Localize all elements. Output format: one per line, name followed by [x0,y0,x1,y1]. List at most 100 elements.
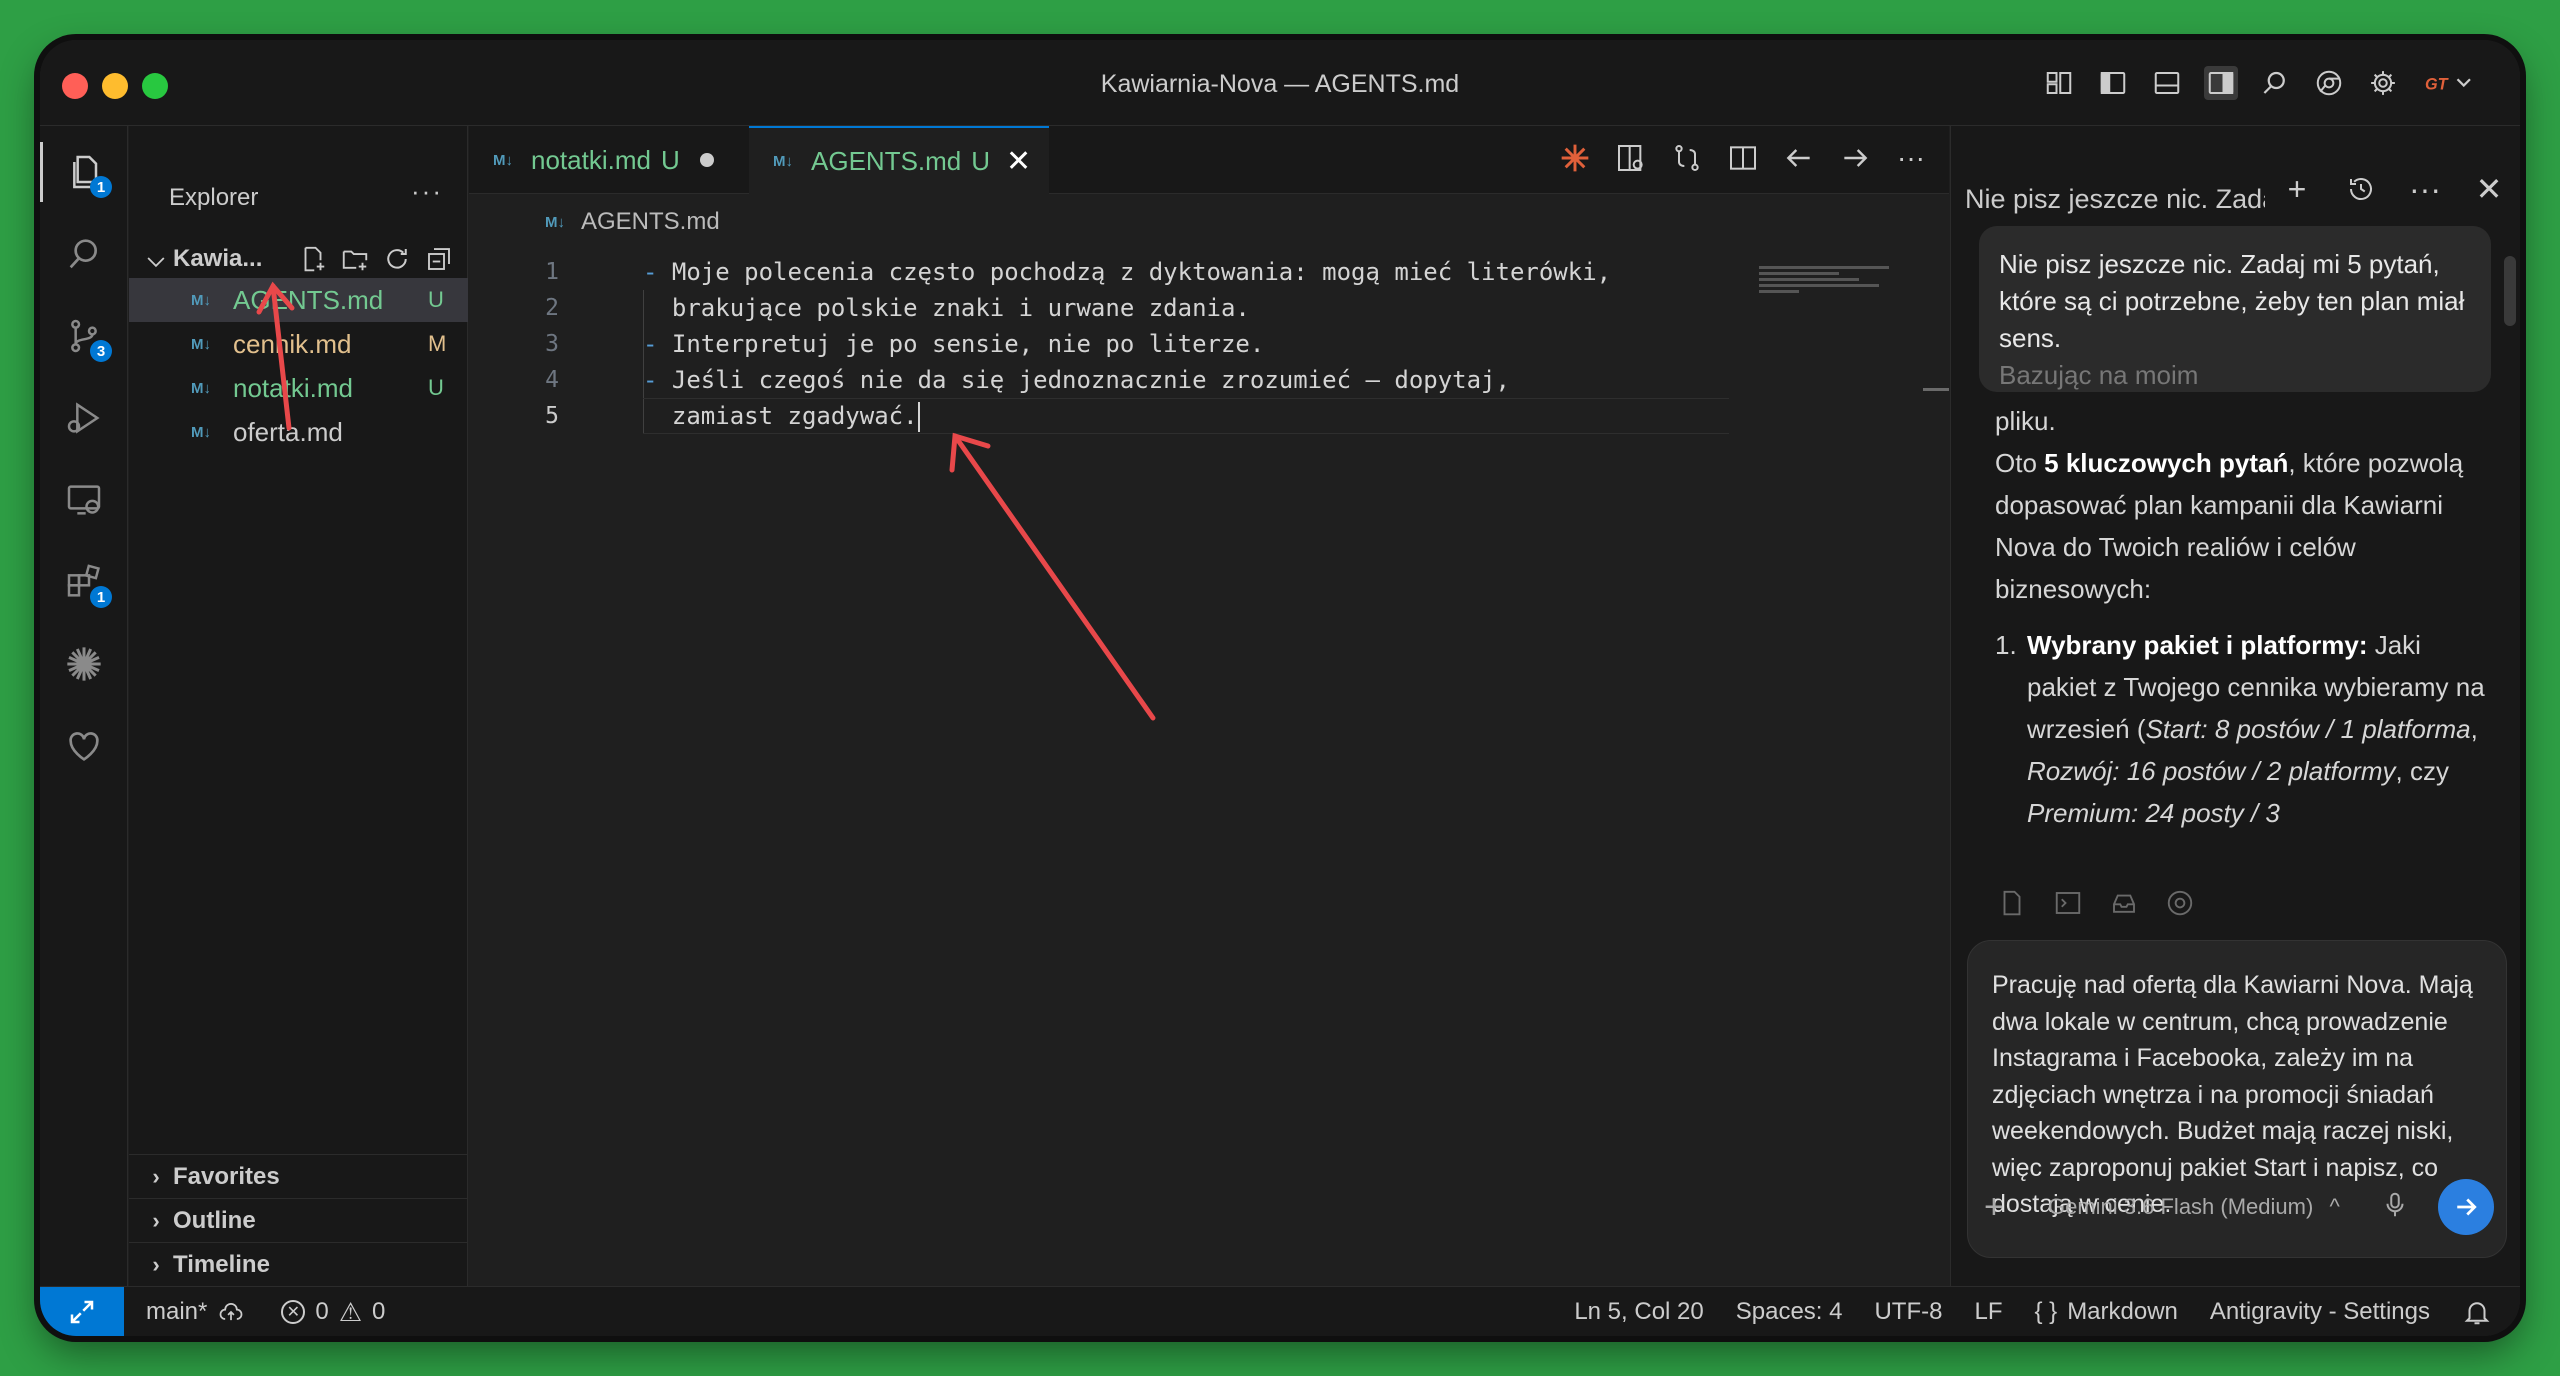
refresh-icon[interactable] [382,244,412,274]
code-line: zamiast zgadywać. [643,398,920,434]
favorites-activity[interactable] [40,716,128,776]
warning-icon: ⚠ [338,1296,363,1327]
remote-explorer-activity[interactable] [40,470,128,530]
line-number: 5 [545,403,559,429]
extensions-activity[interactable]: 1 [40,552,128,612]
remote-indicator[interactable] [40,1287,124,1336]
new-file-icon[interactable] [298,244,328,274]
toggle-primary-sidebar-icon[interactable] [2096,66,2130,100]
file-item-oferta[interactable]: M↓ oferta.md [129,410,468,454]
indentation[interactable]: Spaces: 4 [1736,1298,1843,1326]
tab-notatki[interactable]: M↓ notatki.md U [469,126,749,194]
explorer-activity[interactable]: 1 [40,142,128,202]
inbox-icon[interactable] [2109,888,2139,918]
remote-explorer-icon [67,485,101,515]
source-control-activity[interactable]: 3 [40,306,128,366]
end-of-line[interactable]: LF [1974,1298,2002,1326]
remote-icon [70,1300,94,1324]
arrow-right-icon[interactable] [1837,140,1873,176]
search-activity[interactable] [40,224,128,284]
code-line: - Interpretuj je po sensie, nie po liter… [643,326,1264,362]
split-editor-icon[interactable] [1725,140,1761,176]
run-debug-activity[interactable] [40,388,128,448]
agent-sparkle-icon[interactable] [1557,140,1593,176]
encoding[interactable]: UTF-8 [1874,1298,1942,1326]
section-label: Favorites [173,1162,280,1190]
file-item-cennik[interactable]: M↓ cennik.md M [129,322,468,366]
line-text: zamiast zgadywać. [643,402,918,430]
add-context-plus-icon[interactable]: + [1984,1188,2024,1227]
settings-link[interactable]: Antigravity - Settings [2210,1298,2430,1326]
chat-input-toolbar: + Gemini 3.6 Flash (Medium) ^ [1984,1179,2494,1235]
microphone-icon[interactable] [2380,1190,2420,1225]
explorer-more-actions[interactable]: ··· [411,176,443,207]
code-line: - Jeśli czegoś nie da się jednoznacznie … [643,362,1510,398]
chevron-right-icon: › [152,1163,160,1189]
breadcrumb-file[interactable]: AGENTS.md [581,208,720,236]
close-panel-icon[interactable]: ✕ [2472,171,2506,207]
model-selector[interactable]: Gemini 3.6 Flash (Medium) ^ [2048,1194,2380,1220]
toggle-panel-icon[interactable] [2150,66,2184,100]
unsaved-dot-icon[interactable] [699,153,714,167]
close-tab-icon[interactable]: ✕ [1006,144,1031,179]
file-name: oferta.md [233,416,343,447]
section-label: Timeline [173,1250,270,1278]
send-button[interactable] [2438,1179,2494,1235]
more-icon[interactable]: ··· [2408,171,2442,207]
file-item-agents[interactable]: M↓ AGENTS.md U [129,278,468,322]
outline-section[interactable]: › Outline [129,1198,468,1242]
branch-name: main* [146,1298,208,1325]
open-preview-icon[interactable] [1613,140,1649,176]
minimap[interactable] [1759,266,1899,296]
scm-badge: 3 [90,340,112,362]
folder-actions [298,244,454,274]
browser-icon[interactable] [2312,66,2346,100]
new-chat-plus-icon[interactable]: + [2280,171,2314,207]
collapse-all-icon[interactable] [424,244,454,274]
response-tools [1997,888,2195,918]
error-icon: ✕ [281,1300,306,1324]
history-icon[interactable] [2344,172,2378,206]
file-icon[interactable] [1997,888,2027,918]
browser-icon[interactable] [2165,888,2195,918]
language-name: Markdown [2067,1298,2178,1325]
heart-icon [69,732,99,761]
line-text: brakujące polskie znaki i urwane zdania. [643,294,1250,322]
favorites-section[interactable]: › Favorites [129,1154,468,1198]
language-mode[interactable]: { } Markdown [2034,1298,2177,1326]
tab-agents[interactable]: M↓ AGENTS.md U ✕ [749,126,1049,194]
layout-customize-icon[interactable] [2042,66,2076,100]
list-dash: - [643,366,658,394]
code-line: - Moje polecenia często pochodzą z dykto… [643,254,1611,290]
file-item-notatki[interactable]: M↓ notatki.md U [129,366,468,410]
more-actions-icon[interactable]: ··· [1893,140,1929,176]
explorer-title: Explorer [169,184,259,211]
chat-actions: + ··· ✕ [2280,171,2506,208]
settings-gear-icon[interactable] [2366,66,2400,100]
explorer-sidebar: Explorer ··· ⌵ Kawia... M↓ AGENTS.md U M… [129,126,468,1286]
workspace-folder[interactable]: ⌵ Kawia... [129,238,468,280]
problems-indicator[interactable]: ✕ 0 ⚠ 0 [281,1297,385,1328]
terminal-icon[interactable] [2053,888,2083,918]
chevron-right-icon: › [152,1207,160,1233]
editor-area: M↓ notatki.md U M↓ AGENTS.md U ✕ ··· M↓ … [469,126,1949,1286]
notifications-bell-icon[interactable] [2462,1297,2492,1327]
new-folder-icon[interactable] [340,244,370,274]
search-icon[interactable] [2258,66,2292,100]
markdown-icon: M↓ [191,379,211,397]
user-message-tail: Bazując na moim [1999,360,2199,390]
activity-bar: 1 3 1 [40,126,128,1286]
error-count: 0 [315,1298,329,1325]
cursor-position[interactable]: Ln 5, Col 20 [1574,1298,1703,1326]
account-menu-icon[interactable]: GT [2420,66,2480,100]
compare-changes-icon[interactable] [1669,140,1705,176]
chat-scrollbar[interactable] [2504,256,2516,326]
agent-activity[interactable] [40,634,128,694]
arrow-left-icon[interactable] [1781,140,1817,176]
cloud-sync-icon [220,1302,243,1321]
chat-input-box[interactable]: Pracuję nad ofertą dla Kawiarni Nova. Ma… [1967,940,2507,1258]
toggle-secondary-sidebar-icon[interactable] [2204,66,2238,100]
branch-indicator[interactable]: main* [146,1298,245,1326]
timeline-section[interactable]: › Timeline [129,1242,468,1286]
chevron-right-icon: › [152,1251,160,1277]
